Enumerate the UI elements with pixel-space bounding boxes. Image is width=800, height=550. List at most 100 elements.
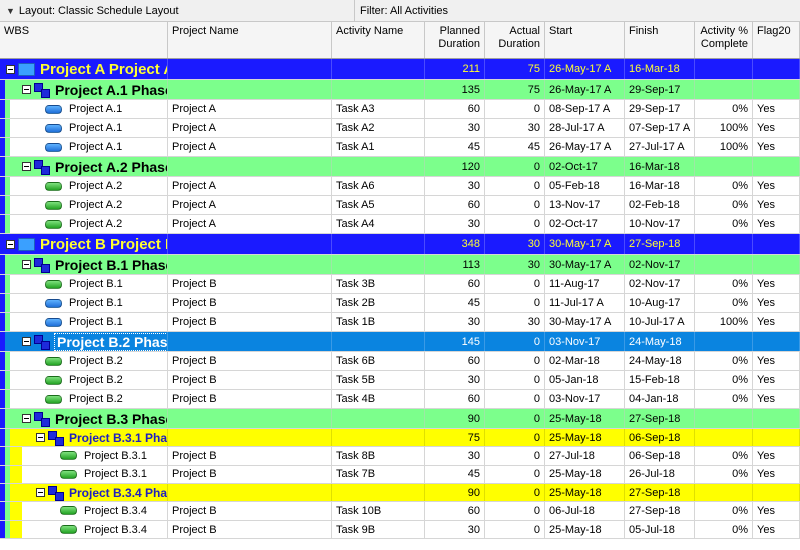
cell-project[interactable]: Project B: [168, 352, 332, 370]
cell-wbs[interactable]: Project A.2: [0, 177, 168, 195]
cell-planned[interactable]: 113: [425, 255, 485, 274]
cell-actual[interactable]: 45: [485, 138, 545, 156]
cell-start[interactable]: 08-Sep-17 A: [545, 100, 625, 118]
cell-wbs[interactable]: Project B.1: [0, 313, 168, 331]
cell-activity[interactable]: [332, 409, 425, 428]
cell-project[interactable]: [168, 429, 332, 446]
cell-actual[interactable]: 75: [485, 80, 545, 99]
cell-finish[interactable]: 27-Sep-18: [625, 409, 695, 428]
cell-planned[interactable]: 60: [425, 502, 485, 520]
cell-flag[interactable]: Yes: [753, 215, 800, 233]
cell-actual[interactable]: 0: [485, 100, 545, 118]
cell-pct[interactable]: 0%: [695, 390, 753, 408]
cell-planned[interactable]: 60: [425, 352, 485, 370]
cell-wbs[interactable]: Project B.1: [0, 294, 168, 312]
activity-row[interactable]: Project B.3.4 Project B Task 9B 30 0 25-May-1…: [0, 520, 800, 540]
cell-activity[interactable]: Task 4B: [332, 390, 425, 408]
cell-project[interactable]: [168, 234, 332, 254]
column-header-planned-duration[interactable]: Planned Duration: [425, 22, 485, 58]
cell-project[interactable]: [168, 409, 332, 428]
cell-activity[interactable]: [332, 429, 425, 446]
cell-start[interactable]: 02-Oct-17: [545, 157, 625, 176]
cell-actual[interactable]: 0: [485, 294, 545, 312]
cell-pct[interactable]: 0%: [695, 177, 753, 195]
cell-activity[interactable]: [332, 80, 425, 99]
cell-planned[interactable]: 145: [425, 332, 485, 351]
cell-actual[interactable]: 30: [485, 234, 545, 254]
cell-actual[interactable]: 0: [485, 332, 545, 351]
collapse-toggle-icon[interactable]: [6, 64, 15, 74]
cell-activity[interactable]: Task 5B: [332, 371, 425, 389]
cell-actual[interactable]: 0: [485, 502, 545, 520]
cell-activity[interactable]: Task 1B: [332, 313, 425, 331]
cell-project[interactable]: Project A: [168, 196, 332, 214]
cell-project[interactable]: Project B: [168, 465, 332, 484]
cell-finish[interactable]: 16-Mar-18: [625, 177, 695, 195]
cell-activity[interactable]: [332, 234, 425, 254]
cell-project[interactable]: Project B: [168, 520, 332, 539]
cell-flag[interactable]: [753, 429, 800, 446]
cell-actual[interactable]: 0: [485, 157, 545, 176]
cell-flag[interactable]: [753, 255, 800, 274]
cell-start[interactable]: 03-Nov-17: [545, 332, 625, 351]
cell-pct[interactable]: 0%: [695, 294, 753, 312]
cell-project[interactable]: Project B: [168, 447, 332, 465]
cell-pct[interactable]: 0%: [695, 447, 753, 465]
cell-flag[interactable]: Yes: [753, 502, 800, 520]
cell-pct[interactable]: [695, 157, 753, 176]
cell-planned[interactable]: 60: [425, 390, 485, 408]
cell-start[interactable]: 30-May-17 A: [545, 313, 625, 331]
cell-project[interactable]: Project B: [168, 371, 332, 389]
collapse-toggle-icon[interactable]: [22, 162, 31, 171]
wbs-group-row[interactable]: Project B.3.1 Phase III - Alpha 75 0 25-May…: [0, 429, 800, 447]
cell-pct[interactable]: 100%: [695, 313, 753, 331]
cell-wbs[interactable]: Project B.2: [0, 390, 168, 408]
cell-finish[interactable]: 27-Sep-18: [625, 234, 695, 254]
cell-project[interactable]: [168, 255, 332, 274]
cell-planned[interactable]: 30: [425, 215, 485, 233]
cell-activity[interactable]: Task 9B: [332, 520, 425, 539]
activity-row[interactable]: Project B.3.1 Project B Task 7B 45 0 25-May-1…: [0, 465, 800, 485]
cell-flag[interactable]: [753, 59, 800, 79]
cell-finish[interactable]: 15-Feb-18: [625, 371, 695, 389]
collapse-toggle-icon[interactable]: [22, 337, 31, 346]
cell-pct[interactable]: 0%: [695, 196, 753, 214]
activity-row[interactable]: Project A.2 Project A Task A5 60 0 13-Nov-17 0…: [0, 196, 800, 215]
cell-project[interactable]: [168, 484, 332, 502]
cell-activity[interactable]: Task 10B: [332, 502, 425, 520]
cell-project[interactable]: [168, 157, 332, 176]
cell-project[interactable]: Project B: [168, 313, 332, 331]
activity-row[interactable]: Project A.2 Project A Task A6 30 0 05-Feb-18 1…: [0, 177, 800, 196]
cell-actual[interactable]: 30: [485, 255, 545, 274]
cell-pct[interactable]: [695, 59, 753, 79]
cell-actual[interactable]: 0: [485, 177, 545, 195]
cell-wbs[interactable]: Project B.1: [0, 275, 168, 293]
cell-flag[interactable]: Yes: [753, 294, 800, 312]
chevron-down-icon[interactable]: ▼: [6, 6, 15, 16]
cell-planned[interactable]: 30: [425, 371, 485, 389]
cell-start[interactable]: 27-Jul-18: [545, 447, 625, 465]
column-header-flag20[interactable]: Flag20: [753, 22, 800, 58]
cell-planned[interactable]: 45: [425, 294, 485, 312]
cell-activity[interactable]: Task A2: [332, 119, 425, 137]
cell-actual[interactable]: 0: [485, 352, 545, 370]
cell-planned[interactable]: 135: [425, 80, 485, 99]
cell-flag[interactable]: Yes: [753, 119, 800, 137]
collapse-toggle-icon[interactable]: [22, 414, 31, 423]
cell-finish[interactable]: 10-Nov-17: [625, 215, 695, 233]
cell-flag[interactable]: Yes: [753, 138, 800, 156]
cell-activity[interactable]: [332, 59, 425, 79]
cell-pct[interactable]: 0%: [695, 352, 753, 370]
cell-start[interactable]: 30-May-17 A: [545, 234, 625, 254]
cell-finish[interactable]: 27-Jul-17 A: [625, 138, 695, 156]
cell-finish[interactable]: 27-Sep-18: [625, 502, 695, 520]
cell-flag[interactable]: Yes: [753, 520, 800, 539]
activity-row[interactable]: Project B.2 Project B Task 6B 60 0 02-Mar-18 2…: [0, 352, 800, 371]
cell-start[interactable]: 25-May-18: [545, 465, 625, 484]
cell-flag[interactable]: Yes: [753, 313, 800, 331]
cell-pct[interactable]: 0%: [695, 502, 753, 520]
cell-project[interactable]: Project A: [168, 138, 332, 156]
activity-row[interactable]: Project B.1 Project B Task 2B 45 0 11-Jul-17 …: [0, 294, 800, 313]
wbs-group-row[interactable]: Project B Project B 348 30 30-May-17 A 27-Se…: [0, 234, 800, 255]
cell-activity[interactable]: Task 3B: [332, 275, 425, 293]
